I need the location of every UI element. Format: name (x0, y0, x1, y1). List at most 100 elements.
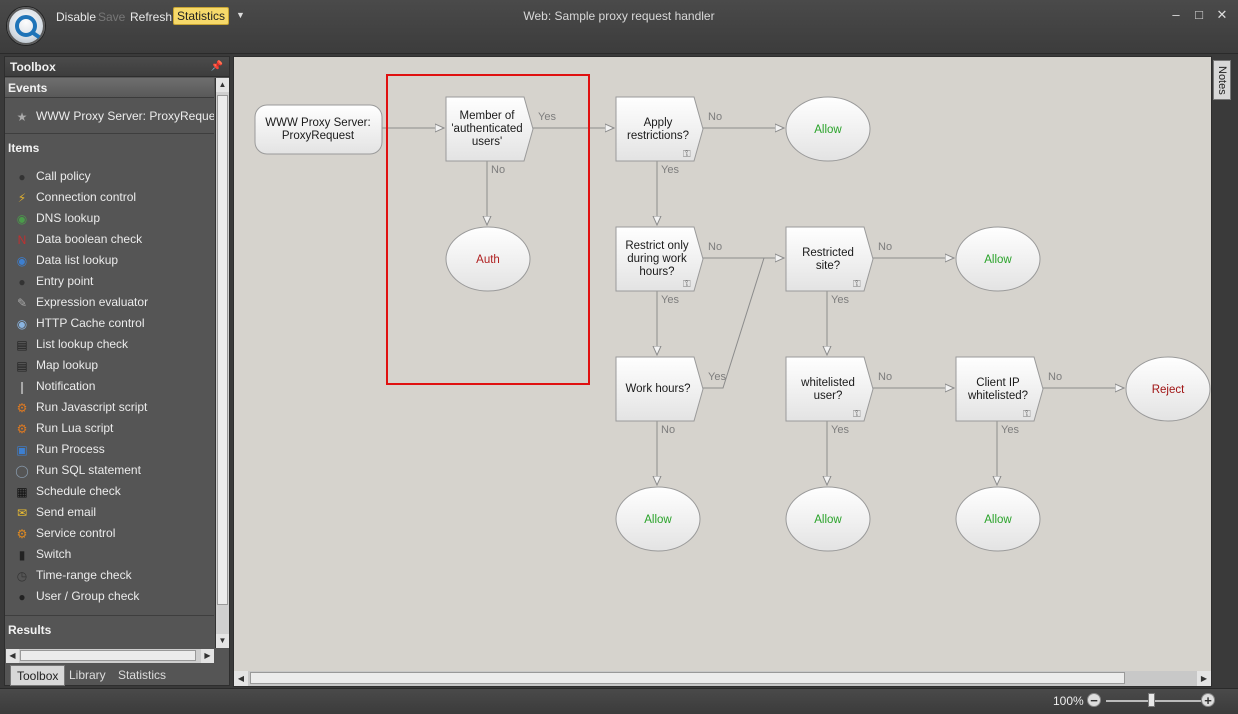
toolbox-item[interactable]: ▣ Run Process (5, 439, 214, 460)
process-icon: ▣ (16, 443, 28, 457)
scroll-left-icon[interactable]: ◀ (234, 671, 248, 686)
toolbox-item[interactable]: ◷ Time-range check (5, 565, 214, 586)
toolbox-item[interactable]: ⚙ Run Javascript script (5, 397, 214, 418)
zoom-slider-thumb[interactable] (1148, 693, 1155, 707)
toolbox-item[interactable]: ⚡ Connection control (5, 187, 214, 208)
toolbox-item[interactable]: N Data boolean check (5, 229, 214, 250)
toolbox-item-label: User / Group check (36, 589, 140, 603)
user-icon: ● (18, 590, 26, 604)
key-icon: ⚿ (683, 279, 691, 290)
toolbox-item[interactable]: ◯ Run SQL statement (5, 460, 214, 481)
toolbox-item[interactable]: ◉ HTTP Cache control (5, 313, 214, 334)
toolbox-item[interactable]: ❙ Notification (5, 376, 214, 397)
toolbox-item-label: Notification (36, 379, 96, 393)
whitelisted-user-node[interactable]: whitelisted user? ⚿ (785, 356, 874, 422)
toolbox-title: Toolbox (10, 60, 56, 74)
toolbox-item-label: List lookup check (36, 337, 129, 351)
title-bar: Disable Save Refresh Statistics ▼ Web: S… (0, 0, 1238, 54)
restrict-during-work-hours-node[interactable]: Restrict only during work hours? ⚿ (615, 226, 704, 292)
toolbox-item[interactable]: ▮ Switch (5, 544, 214, 565)
toolbox-item[interactable]: ✎ Expression evaluator (5, 292, 214, 313)
edge-label-yes: Yes (538, 111, 556, 123)
zoom-out-icon[interactable]: − (1087, 693, 1101, 707)
node-line: Apply (644, 117, 673, 129)
maximize-icon[interactable]: □ (1190, 7, 1208, 23)
allow-node[interactable]: Allow (785, 96, 871, 162)
canvas-horizontal-scrollbar[interactable]: ◀ ▶ (234, 671, 1211, 686)
tab-statistics[interactable]: Statistics (112, 665, 172, 686)
scroll-thumb[interactable] (217, 95, 228, 605)
toolbox-item-label: Run SQL statement (36, 463, 141, 477)
toolbox-item[interactable]: ◉ DNS lookup (5, 208, 214, 229)
toolbox-item[interactable]: ⚙ Service control (5, 523, 214, 544)
toolbox-item-label: Run Javascript script (36, 400, 148, 414)
toolbox-item[interactable]: ● Call policy (5, 166, 214, 187)
events-section-header[interactable]: Events (5, 78, 214, 98)
node-line: whitelisted (800, 377, 855, 389)
zoom-in-icon[interactable]: + (1201, 693, 1215, 707)
notes-tab[interactable]: Notes (1213, 60, 1231, 100)
node-line: whitelisted? (967, 390, 1028, 402)
tab-library[interactable]: Library (63, 665, 112, 686)
clock-icon: ◷ (16, 569, 28, 583)
window-title: Web: Sample proxy request handler (523, 9, 715, 23)
node-line: during work (627, 253, 687, 265)
hscroll-thumb[interactable] (20, 650, 196, 661)
boolean-check-icon: N (17, 233, 27, 247)
pin-icon[interactable]: 📌 (211, 57, 223, 77)
event-item[interactable]: ★ WWW Proxy Server: ProxyRequest (5, 106, 214, 127)
scroll-right-icon[interactable]: ▶ (201, 649, 214, 663)
toolbox-item[interactable]: ▤ Map lookup (5, 355, 214, 376)
results-section-header[interactable]: Results (5, 620, 214, 640)
edge-label-yes: Yes (661, 294, 679, 306)
toolbox-item[interactable]: ◉ Data list lookup (5, 250, 214, 271)
calendar-icon: ▦ (16, 485, 28, 499)
edge-label-no: No (708, 241, 722, 253)
event-item-label: WWW Proxy Server: ProxyRequest (36, 109, 214, 123)
canvas-hscroll-thumb[interactable] (250, 672, 1125, 684)
toolbox-item[interactable]: ● Entry point (5, 271, 214, 292)
minimize-icon[interactable]: – (1167, 7, 1185, 23)
edge-label-yes: Yes (708, 371, 726, 383)
toolbox-horizontal-scrollbar[interactable]: ◀ ▶ (6, 649, 214, 663)
auth-label: Auth (476, 254, 500, 266)
toolbox-item[interactable]: ✉ Send email (5, 502, 214, 523)
toolbox-item-label: Expression evaluator (36, 295, 149, 309)
dns-lookup-icon: ◉ (16, 212, 28, 226)
restricted-site-node[interactable]: Restricted site? ⚿ (785, 226, 874, 292)
edge-label-no: No (878, 241, 892, 253)
scroll-up-icon[interactable]: ▲ (216, 78, 229, 92)
toolbox-item-label: Time-range check (36, 568, 132, 582)
apply-restrictions-node[interactable]: Apply restrictions? ⚿ (615, 96, 704, 162)
scroll-down-icon[interactable]: ▼ (216, 634, 229, 648)
allow-node[interactable]: Allow (615, 486, 701, 552)
toolbox-list[interactable]: Events ★ WWW Proxy Server: ProxyRequest … (5, 78, 214, 648)
allow-node[interactable]: Allow (955, 226, 1041, 292)
flow-canvas[interactable]: Yes No No Yes No Yes Yes No No Yes No Ye… (233, 56, 1212, 687)
member-of-authenticated-users-node[interactable]: Member of 'authenticated users' (445, 96, 534, 162)
scroll-left-icon[interactable]: ◀ (6, 649, 19, 663)
toolbox-item[interactable]: ● User / Group check (5, 586, 214, 607)
tab-toolbox[interactable]: Toolbox (10, 665, 66, 686)
reject-node[interactable]: Reject (1125, 356, 1211, 422)
toolbox-item-label: Run Process (36, 442, 105, 456)
edge-label-no: No (661, 424, 675, 436)
toolbox-vertical-scrollbar[interactable]: ▲ ▼ (215, 78, 229, 648)
toolbox-item[interactable]: ▤ List lookup check (5, 334, 214, 355)
toolbox-item[interactable]: ⚙ Run Lua script (5, 418, 214, 439)
items-section-header[interactable]: Items (5, 138, 214, 158)
node-line: Work hours? (626, 383, 691, 395)
reject-label: Reject (1152, 384, 1185, 396)
auth-node[interactable]: Auth (445, 226, 531, 292)
allow-node[interactable]: Allow (955, 486, 1041, 552)
toolbox-header: Toolbox 📌 (5, 57, 229, 77)
work-hours-node[interactable]: Work hours? (615, 356, 704, 422)
edge-label-no: No (491, 164, 505, 176)
close-icon[interactable]: ✕ (1213, 7, 1231, 23)
allow-label: Allow (814, 514, 842, 526)
allow-node[interactable]: Allow (785, 486, 871, 552)
client-ip-whitelisted-node[interactable]: Client IP whitelisted? ⚿ (955, 356, 1044, 422)
toolbox-item[interactable]: ▦ Schedule check (5, 481, 214, 502)
scroll-right-icon[interactable]: ▶ (1197, 671, 1211, 686)
start-node[interactable]: WWW Proxy Server: ProxyRequest (254, 104, 383, 155)
